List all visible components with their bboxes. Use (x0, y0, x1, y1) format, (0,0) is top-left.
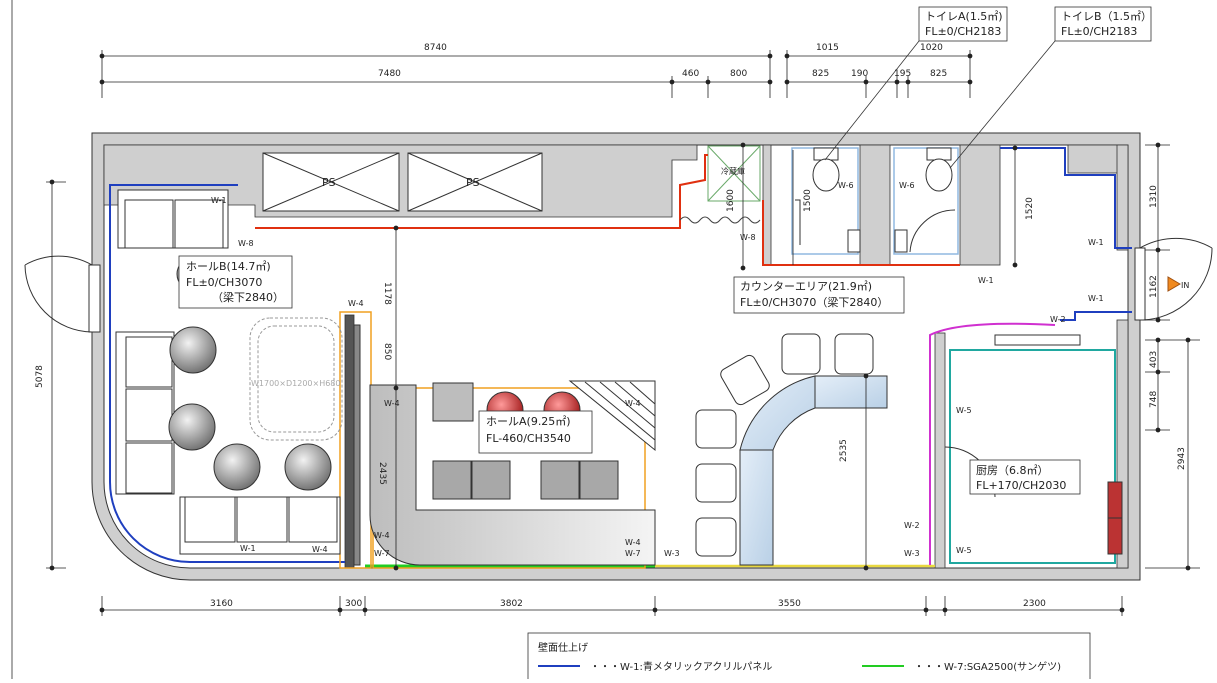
dim-3802: 3802 (500, 599, 523, 609)
hall-a-name: ホールA(9.25㎡) (486, 415, 571, 428)
tag-w3-a: W-3 (664, 549, 680, 558)
tag-w4-f: W-4 (625, 538, 641, 547)
tag-w4-b: W-4 (348, 299, 364, 308)
kitchen-name: 厨房（6.8㎡） (976, 464, 1049, 477)
dim-1162: 1162 (1149, 275, 1159, 298)
ps-label-1: PS (322, 176, 336, 189)
tag-w4-c: W-4 (384, 399, 400, 408)
dim-8740: 8740 (424, 43, 447, 53)
tag-w4-e: W-4 (625, 399, 641, 408)
toilet-a-level: FL±0/CH2183 (925, 25, 1001, 38)
hall-a-partition (353, 324, 361, 566)
tag-w2-b: W-2 (904, 521, 920, 530)
entrance-door (1134, 237, 1213, 321)
hall-b-name: ホールB(14.7㎡) (186, 260, 271, 273)
dim-300: 300 (345, 599, 362, 609)
dim-2535: 2535 (839, 439, 849, 462)
dim-1600: 1600 (726, 189, 736, 212)
dim-825a: 825 (812, 69, 829, 79)
dim-1020: 1020 (920, 43, 943, 53)
dim-1178: 1178 (382, 282, 392, 305)
label-hall-a: ホールA(9.25㎡) FL-460/CH3540 (478, 410, 593, 454)
hall-a-level: FL-460/CH3540 (486, 432, 571, 445)
tag-w5-b: W-5 (956, 546, 972, 555)
tag-w2-a: W-2 (1050, 315, 1066, 324)
tag-w5-a: W-5 (956, 406, 972, 415)
dim-3160: 3160 (210, 599, 233, 609)
dim-403: 403 (1149, 351, 1159, 368)
counter (739, 375, 888, 566)
dim-460: 460 (682, 69, 699, 79)
tag-w7-a: W-7 (374, 549, 390, 558)
tag-w3-b: W-3 (904, 549, 920, 558)
ps-label-2: PS (466, 176, 480, 189)
dim-3550: 3550 (778, 599, 801, 609)
tag-w1-c: W-1 (978, 276, 994, 285)
dim-5078: 5078 (35, 365, 45, 388)
label-kitchen: 厨房（6.8㎡） FL+170/CH2030 (969, 459, 1081, 495)
tag-w1-d: W-1 (1088, 238, 1104, 247)
toilet-a-name: トイレA(1.5㎡) (925, 10, 1003, 23)
fridge-label: 冷蔵庫 (721, 166, 745, 176)
toilet-b (894, 147, 956, 253)
tag-w7-b: W-7 (625, 549, 641, 558)
legend-title: 壁面仕上げ (538, 641, 588, 654)
tag-w4-a: W-4 (312, 545, 328, 554)
dim-800: 800 (730, 69, 747, 79)
label-counter: カウンターエリア(21.9㎡) FL±0/CH3070（梁下2840） (733, 276, 905, 314)
floor-plan: PS PS 冷蔵庫 W1700×D1200×H680 IN 8740 1015 … (0, 0, 1217, 683)
dim-825b: 825 (930, 69, 947, 79)
tag-w1-e: W-1 (1088, 294, 1104, 303)
tag-w1-b: W-1 (240, 544, 256, 553)
dim-850: 850 (382, 343, 392, 360)
counter-name: カウンターエリア(21.9㎡) (740, 280, 872, 293)
dim-1015: 1015 (816, 43, 839, 53)
toilet-b-level: FL±0/CH2183 (1061, 25, 1137, 38)
left-door (24, 255, 101, 333)
dim-2435: 2435 (377, 462, 387, 485)
sofa-left (115, 331, 175, 495)
curtain (679, 216, 761, 224)
legend-item-w7: ・・・W-7:SGA2500(サンゲツ) (914, 661, 1061, 673)
dim-2300: 2300 (1023, 599, 1046, 609)
counter-level: FL±0/CH3070（梁下2840） (740, 295, 888, 309)
tag-w8-a: W-8 (238, 239, 254, 248)
legend-item-w1: ・・・W-1:青メタリックアクリルパネル (590, 660, 772, 673)
tag-w8-b: W-8 (740, 233, 756, 242)
dim-1520: 1520 (1025, 197, 1035, 220)
entrance-label: IN (1181, 281, 1189, 290)
dim-190: 190 (851, 69, 868, 79)
dim-1310: 1310 (1149, 185, 1159, 208)
hall-b-beam: （梁下2840） (212, 290, 284, 304)
dim-7480: 7480 (378, 69, 401, 79)
floor-plan-svg: PS PS 冷蔵庫 W1700×D1200×H680 IN 8740 1015 … (11, 0, 1213, 683)
entrance-arrow-icon (1167, 276, 1181, 292)
kitchen-window (994, 334, 1081, 346)
dim-1500: 1500 (803, 189, 813, 212)
tag-w4-d: W-4 (374, 531, 390, 540)
toilet-b-name: トイレB（1.5㎡） (1061, 10, 1152, 23)
kitchen-level: FL+170/CH2030 (976, 479, 1066, 492)
hall-b-level: FL±0/CH3070 (186, 276, 262, 289)
dim-195: 195 (894, 69, 911, 79)
dim-2943: 2943 (1177, 447, 1187, 470)
tag-w6-b: W-6 (899, 181, 915, 190)
tag-w1-a: W-1 (211, 196, 227, 205)
dim-748: 748 (1149, 391, 1159, 408)
tag-w6-a: W-6 (838, 181, 854, 190)
wall-finish-w2 (929, 322, 1056, 565)
legend: 壁面仕上げ ・・・W-1:青メタリックアクリルパネル ・・・W-7:SGA250… (527, 632, 1091, 683)
table-spec-label: W1700×D1200×H680 (251, 379, 340, 388)
label-hall-b: ホールB(14.7㎡) FL±0/CH3070 （梁下2840） (178, 255, 293, 309)
